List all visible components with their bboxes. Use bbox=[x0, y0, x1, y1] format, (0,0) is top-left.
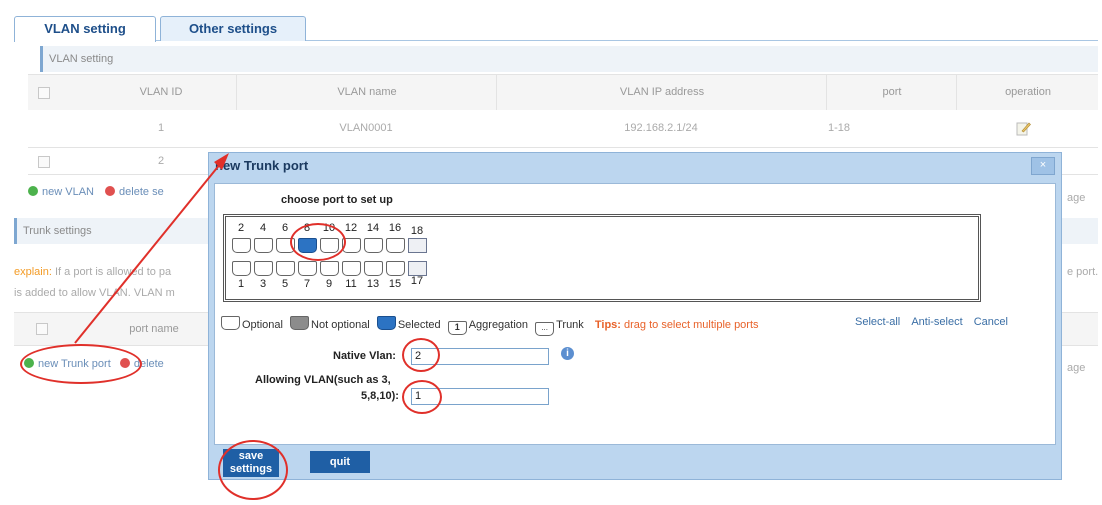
annotation-circle bbox=[402, 380, 442, 414]
annotation-circle bbox=[402, 338, 440, 372]
annotation-circle bbox=[20, 344, 142, 384]
annotation-arrow bbox=[74, 157, 226, 344]
annotation-circle bbox=[218, 440, 288, 500]
annotation-circle bbox=[290, 223, 346, 261]
annotation-overlay bbox=[74, 153, 229, 344]
